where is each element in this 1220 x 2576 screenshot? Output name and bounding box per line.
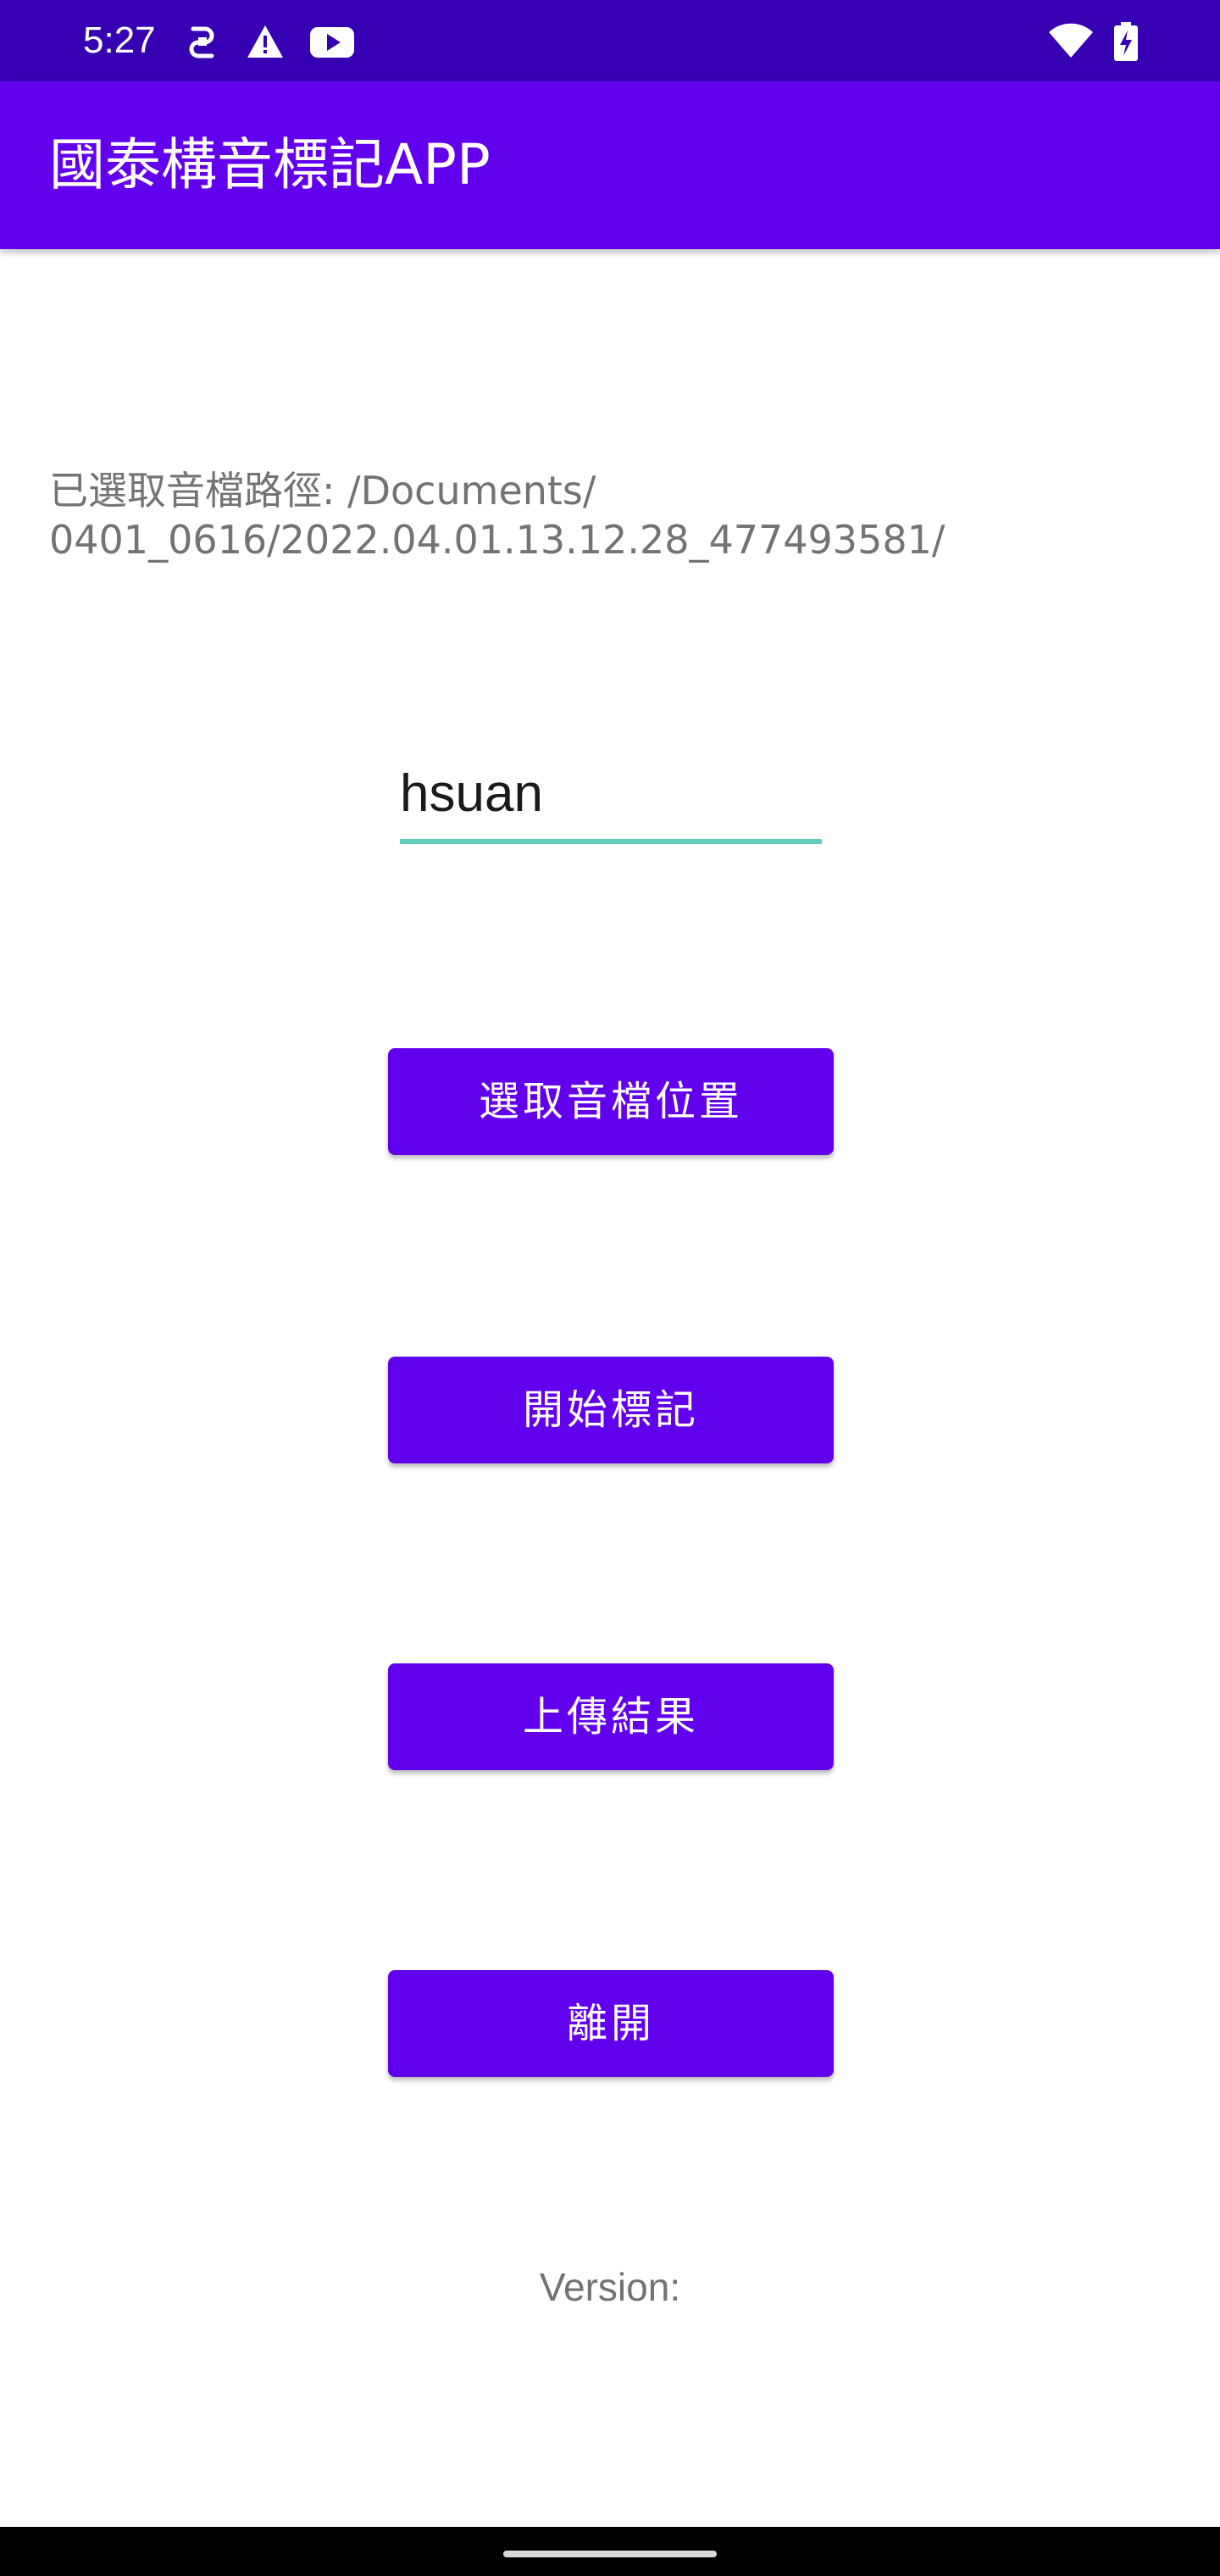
app-bar: 國泰構音標記APP (0, 81, 1220, 249)
data-saver-icon (183, 22, 222, 61)
home-gesture-handle[interactable] (503, 2551, 717, 2557)
battery-charging-icon (1113, 22, 1139, 61)
navigation-bar (0, 2527, 1220, 2576)
leave-button[interactable]: 離開 (388, 1970, 834, 2077)
wifi-icon (1047, 22, 1095, 61)
name-input[interactable] (400, 746, 822, 841)
status-time: 5:27 (83, 19, 156, 61)
name-input-underline (400, 839, 822, 844)
warning-icon (246, 22, 285, 61)
version-label: Version: (539, 2265, 681, 2309)
start-marking-button[interactable]: 開始標記 (388, 1357, 834, 1463)
upload-results-button[interactable]: 上傳結果 (388, 1663, 834, 1770)
app-title: 國泰構音標記APP (49, 132, 491, 197)
status-bar: 5:27 (0, 0, 1220, 81)
select-audio-location-button[interactable]: 選取音檔位置 (388, 1048, 834, 1155)
selected-path-line-1: 已選取音檔路徑: /Documents/ (49, 468, 596, 514)
selected-path-text: 已選取音檔路徑: /Documents/ 0401_0616/2022.04.0… (49, 466, 1151, 564)
selected-path-line-2: 0401_0616/2022.04.01.13.12.28_477493581/ (49, 517, 946, 563)
name-input-container (400, 746, 822, 846)
youtube-icon (308, 22, 356, 61)
